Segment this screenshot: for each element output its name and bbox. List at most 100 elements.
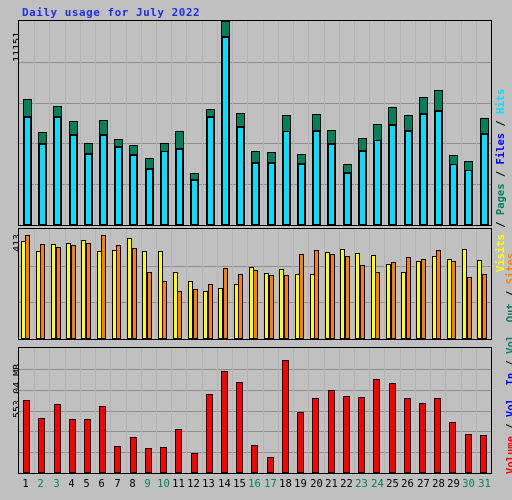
x-axis-day-label: 14 <box>218 478 231 490</box>
bar-hits <box>100 135 107 225</box>
bar-sites <box>345 256 350 339</box>
bar-sites <box>406 257 411 339</box>
gridline-vertical <box>384 229 385 339</box>
x-axis-day-label: 21 <box>325 478 338 490</box>
bar-hits <box>70 135 77 225</box>
bar-sites <box>451 261 456 339</box>
gridline-vertical <box>171 348 172 473</box>
volume-chart <box>18 347 492 474</box>
bar-volume <box>267 457 274 473</box>
x-axis-day-label: 3 <box>53 478 60 490</box>
gridline-vertical <box>65 348 66 473</box>
bar-volume <box>54 404 61 473</box>
bar-sites <box>421 259 426 339</box>
bar-volume <box>328 390 335 473</box>
gridline-vertical <box>430 348 431 473</box>
x-axis-day-label: 24 <box>371 478 384 490</box>
bar-hits <box>435 111 442 225</box>
x-axis-day-label: 18 <box>279 478 292 490</box>
x-axis-day-label: 15 <box>233 478 246 490</box>
gridline-vertical <box>95 21 96 225</box>
bar-sites <box>299 254 304 339</box>
bar-volume <box>465 434 472 473</box>
gridline-vertical <box>400 348 401 473</box>
bar-volume <box>130 437 137 473</box>
gridline-vertical <box>232 21 233 225</box>
gridline-vertical <box>445 21 446 225</box>
bar-hits <box>24 117 31 225</box>
bar-volume <box>221 371 228 473</box>
gridline-vertical <box>110 229 111 339</box>
bar-volume <box>373 379 380 473</box>
bar-sites <box>391 262 396 339</box>
bar-hits <box>268 163 275 225</box>
gridline-vertical <box>354 348 355 473</box>
x-axis-day-label: 27 <box>417 478 430 490</box>
gridline-vertical <box>430 229 431 339</box>
gridline-vertical <box>141 348 142 473</box>
gridline <box>19 369 491 370</box>
bar-volume <box>145 448 152 473</box>
sites-visits-chart <box>18 228 492 340</box>
bar-hits <box>146 169 153 225</box>
gridline-vertical <box>308 348 309 473</box>
bar-hits <box>237 127 244 225</box>
gridline <box>19 390 491 391</box>
bar-hits <box>222 37 229 225</box>
x-axis-day-label: 22 <box>340 478 353 490</box>
gridline-vertical <box>384 348 385 473</box>
gridline-vertical <box>247 21 248 225</box>
bar-sites <box>360 265 365 339</box>
bar-hits <box>298 164 305 225</box>
gridline-vertical <box>400 21 401 225</box>
gridline-vertical <box>141 21 142 225</box>
bar-volume <box>99 406 106 473</box>
x-axis-day-label: 23 <box>355 478 368 490</box>
x-axis-day-label: 8 <box>129 478 136 490</box>
bar-sites <box>132 248 137 339</box>
bar-hits <box>481 134 488 225</box>
x-axis-day-label: 31 <box>478 478 491 490</box>
bar-volume <box>175 429 182 473</box>
legend-label-sites: Sites <box>505 252 512 285</box>
gridline-vertical <box>339 348 340 473</box>
x-axis-day-label: 4 <box>68 478 75 490</box>
gridline <box>19 62 491 63</box>
bar-volume <box>434 398 441 473</box>
bar-hits <box>85 154 92 225</box>
gridline-vertical <box>415 348 416 473</box>
gridline-vertical <box>476 348 477 473</box>
bar-hits <box>207 117 214 225</box>
gridline-vertical <box>369 348 370 473</box>
bar-hits <box>450 164 457 225</box>
gridline-vertical <box>34 21 35 225</box>
hits-files-pages-chart <box>18 20 492 226</box>
bar-sites <box>56 247 61 339</box>
gridline-vertical <box>80 21 81 225</box>
gridline-vertical <box>186 229 187 339</box>
bar-volume <box>69 419 76 473</box>
gridline-vertical <box>384 21 385 225</box>
bar-sites <box>101 235 106 339</box>
legend-label-vol-out: Vol. Out <box>505 303 512 354</box>
bar-hits <box>374 140 381 225</box>
gridline-vertical <box>49 348 50 473</box>
gridline-vertical <box>324 21 325 225</box>
gridline-vertical <box>445 229 446 339</box>
gridline-vertical <box>202 21 203 225</box>
bar-hits <box>313 131 320 225</box>
x-axis-day-label: 28 <box>432 478 445 490</box>
gridline-vertical <box>95 229 96 339</box>
x-axis-day-label: 5 <box>83 478 90 490</box>
x-axis-day-label: 11 <box>172 478 185 490</box>
bar-sites <box>253 270 258 339</box>
bar-volume <box>389 383 396 473</box>
bar-sites <box>330 254 335 339</box>
gridline-vertical <box>171 21 172 225</box>
bar-sites <box>482 274 487 339</box>
gridline-vertical <box>293 348 294 473</box>
bar-hits <box>359 151 366 225</box>
x-axis-day-label: 13 <box>202 478 215 490</box>
bar-hits <box>54 117 61 225</box>
gridline-vertical <box>202 348 203 473</box>
